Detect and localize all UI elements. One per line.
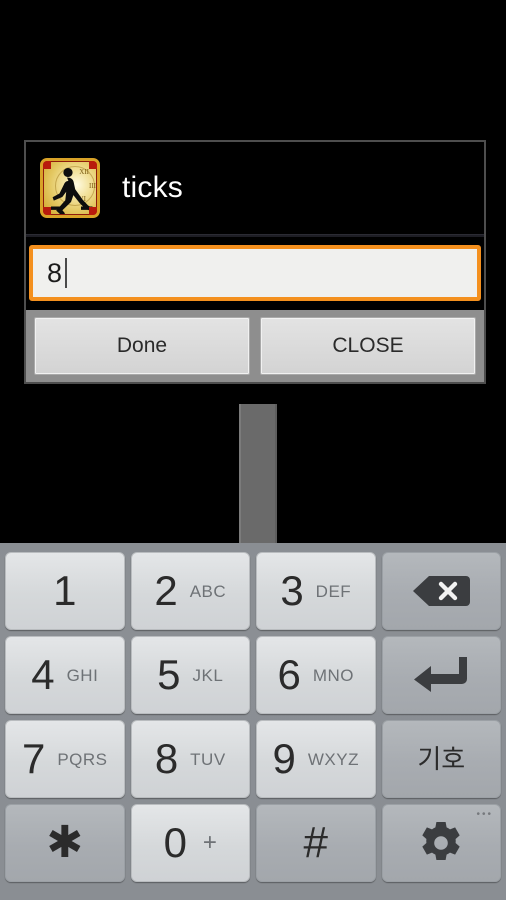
icon-corner <box>89 207 97 215</box>
numeric-keyboard: 1 2 ABC 3 DEF 4 GHI 5 JKL 6 MNO 7 PQRS 8 TUV 9 WXYZ 기호 ✱ 0 +… <box>0 543 506 900</box>
input-value: 8 <box>47 257 63 288</box>
key-letters: WXYZ <box>307 749 359 769</box>
done-button[interactable]: Done <box>34 317 250 375</box>
key-hash[interactable]: # <box>256 804 376 882</box>
key-letters: ABC <box>189 581 227 601</box>
long-press-dots: ••• <box>476 809 493 820</box>
key-letters: JKL <box>192 665 224 685</box>
key-digit: 9 <box>272 735 296 782</box>
key-letters: DEF <box>315 581 352 601</box>
icon-corner <box>89 161 97 169</box>
key-digit: 2 <box>154 567 178 614</box>
key-label: 기호 <box>417 744 466 774</box>
key-digit: 6 <box>277 651 301 698</box>
key-letters: PQRS <box>57 749 108 769</box>
key-asterisk[interactable]: ✱ <box>5 804 125 882</box>
key-digit: 3 <box>280 567 304 614</box>
text-caret <box>65 258 68 288</box>
key-4[interactable]: 4 GHI <box>5 636 125 714</box>
key-7[interactable]: 7 PQRS <box>5 720 125 798</box>
key-digit: 7 <box>21 735 46 782</box>
keyboard-row-2: 4 GHI 5 JKL 6 MNO <box>5 636 501 714</box>
ticks-app-icon: XII III VI IX <box>40 158 100 218</box>
key-1[interactable]: 1 <box>5 552 125 630</box>
key-letters: MNO <box>312 665 355 685</box>
key-letters: GHI <box>66 665 99 685</box>
backspace-icon <box>413 576 471 606</box>
key-digit: 1 <box>53 567 77 614</box>
key-settings[interactable]: ••• <box>381 804 501 882</box>
key-5[interactable]: 5 JKL <box>130 636 250 714</box>
key-symbol[interactable]: 기호 <box>381 720 501 798</box>
key-9[interactable]: 9 WXYZ <box>256 720 376 798</box>
icon-corner <box>43 161 51 169</box>
gear-icon <box>422 822 460 860</box>
dialog-title: ticks <box>122 171 183 204</box>
keyboard-row-4: ✱ 0 + # ••• <box>5 804 501 882</box>
key-3[interactable]: 3 DEF <box>256 552 376 630</box>
dialog-input-area: 8 <box>26 237 484 308</box>
key-6[interactable]: 6 MNO <box>256 636 376 714</box>
key-label: # <box>303 818 328 867</box>
key-letters: TUV <box>190 749 226 769</box>
keyboard-row-1: 1 2 ABC 3 DEF <box>5 552 501 630</box>
key-backspace[interactable] <box>381 552 501 630</box>
keyboard-row-3: 7 PQRS 8 TUV 9 WXYZ 기호 <box>5 720 501 798</box>
key-0[interactable]: 0 + <box>130 804 250 882</box>
ticks-dialog: XII III VI IX ticks 8 Done CLOSE <box>24 140 486 384</box>
key-8[interactable]: 8 TUV <box>130 720 250 798</box>
ticks-value-input[interactable]: 8 <box>29 245 481 301</box>
key-label: ✱ <box>46 818 84 867</box>
key-enter[interactable] <box>381 636 501 714</box>
key-2[interactable]: 2 ABC <box>130 552 250 630</box>
key-digit: 0 <box>163 819 187 866</box>
dialog-header: XII III VI IX ticks <box>26 142 484 234</box>
enter-icon <box>414 657 468 692</box>
dialog-button-bar: Done CLOSE <box>26 308 484 382</box>
key-plus: + <box>202 829 217 856</box>
icon-corner <box>43 207 51 215</box>
key-digit: 4 <box>31 651 55 698</box>
center-post-divider <box>239 404 277 543</box>
close-button[interactable]: CLOSE <box>260 317 476 375</box>
key-digit: 8 <box>154 735 179 782</box>
key-digit: 5 <box>157 651 181 698</box>
